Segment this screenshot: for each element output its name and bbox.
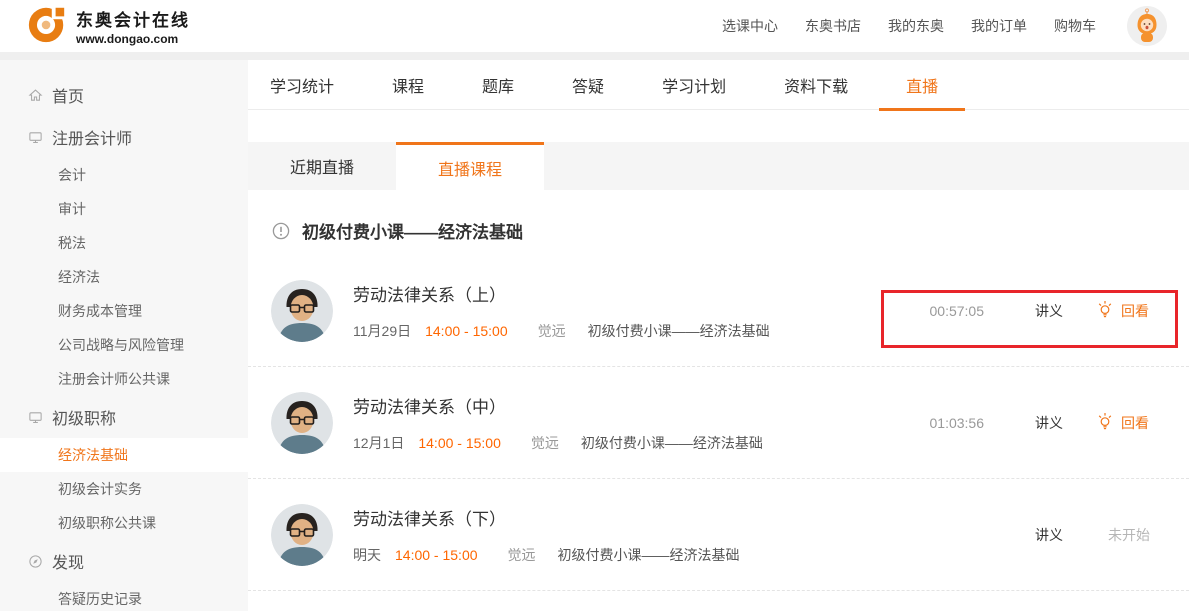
course-series: 初级付费小课——经济法基础 (588, 321, 770, 341)
live-subtabs: 近期直播 直播课程 (248, 142, 1189, 190)
course-date: 12月1日 (353, 433, 404, 453)
main-tabs: 学习统计 课程 题库 答疑 学习计划 资料下载 直播 (248, 60, 1189, 110)
section-heading: 初级付费小课——经济法基础 (272, 218, 1189, 243)
handout-link[interactable]: 讲义 (1035, 413, 1063, 433)
tab-study-stats[interactable]: 学习统计 (270, 60, 334, 110)
sidebar-item-label: 首页 (52, 83, 84, 107)
sidebar-item-junior-accounting-practice[interactable]: 初级会计实务 (0, 472, 248, 506)
replay-link[interactable]: 回看 (1096, 300, 1149, 321)
teacher-avatar (271, 280, 333, 342)
nav-cart[interactable]: 购物车 (1054, 16, 1096, 36)
user-avatar[interactable] (1127, 6, 1167, 46)
nav-my-orders[interactable]: 我的订单 (971, 16, 1027, 36)
course-time: 14:00 - 15:00 (418, 435, 501, 451)
sidebar-item-tax-law[interactable]: 税法 (0, 226, 248, 260)
bulb-icon (1096, 412, 1114, 433)
logo-url: www.dongao.com (76, 32, 190, 46)
nav-bookstore[interactable]: 东奥书店 (805, 16, 861, 36)
header: 东奥会计在线 www.dongao.com 选课中心 东奥书店 我的东奥 我的订… (0, 0, 1189, 52)
monitor-icon (28, 410, 43, 425)
nav-course-center[interactable]: 选课中心 (722, 16, 778, 36)
compass-icon (28, 554, 43, 569)
sidebar-item-cpa-public[interactable]: 注册会计师公共课 (0, 362, 248, 396)
teacher-avatar (271, 392, 333, 454)
tab-downloads[interactable]: 资料下载 (784, 60, 848, 110)
logo-text: 东奥会计在线 www.dongao.com (76, 6, 190, 46)
logo-title: 东奥会计在线 (76, 6, 190, 31)
course-info: 劳动法律关系（下） 明天 14:00 - 15:00 觉远 初级付费小课——经济… (353, 505, 740, 565)
sidebar-item-qa-history[interactable]: 答疑历史记录 (0, 582, 248, 611)
live-course-row: 劳动法律关系（下） 明天 14:00 - 15:00 觉远 初级付费小课——经济… (248, 479, 1189, 591)
top-nav: 选课中心 东奥书店 我的东奥 我的订单 购物车 (722, 6, 1167, 46)
course-title: 劳动法律关系（上） (353, 281, 770, 306)
tab-courses[interactable]: 课程 (392, 60, 424, 110)
live-course-row: 劳动法律关系（中） 12月1日 14:00 - 15:00 觉远 初级付费小课—… (248, 367, 1189, 479)
course-meta: 12月1日 14:00 - 15:00 觉远 初级付费小课——经济法基础 (353, 433, 763, 453)
subtab-live-courses[interactable]: 直播课程 (396, 142, 544, 190)
course-series: 初级付费小课——经济法基础 (558, 545, 740, 565)
teacher-name: 觉远 (531, 433, 559, 453)
site-logo[interactable]: 东奥会计在线 www.dongao.com (26, 3, 190, 50)
teacher-name: 觉远 (508, 545, 536, 565)
bulb-icon (1096, 300, 1114, 321)
sidebar-item-junior-title[interactable]: 初级职称 (0, 396, 248, 438)
nav-my-dongao[interactable]: 我的东奥 (888, 16, 944, 36)
not-started-label: 未开始 (1108, 525, 1150, 545)
sidebar-item-financial-management[interactable]: 财务成本管理 (0, 294, 248, 328)
section-title: 初级付费小课——经济法基础 (302, 218, 523, 243)
course-info: 劳动法律关系（上） 11月29日 14:00 - 15:00 觉远 初级付费小课… (353, 281, 770, 341)
sidebar-item-audit[interactable]: 审计 (0, 192, 248, 226)
course-date: 11月29日 (353, 321, 411, 341)
handout-link[interactable]: 讲义 (1035, 525, 1063, 545)
course-meta: 11月29日 14:00 - 15:00 觉远 初级付费小课——经济法基础 (353, 321, 770, 341)
tab-qa[interactable]: 答疑 (572, 60, 604, 110)
course-meta: 明天 14:00 - 15:00 觉远 初级付费小课——经济法基础 (353, 545, 740, 565)
tab-live[interactable]: 直播 (906, 60, 938, 110)
subtab-recent-live[interactable]: 近期直播 (248, 142, 396, 190)
sidebar-item-label: 初级职称 (52, 405, 116, 429)
tab-study-plan[interactable]: 学习计划 (662, 60, 726, 110)
main-panel: 学习统计 课程 题库 答疑 学习计划 资料下载 直播 近期直播 直播课程 初级付… (248, 60, 1189, 611)
sidebar-item-label: 注册会计师 (52, 125, 132, 149)
replay-link[interactable]: 回看 (1096, 412, 1149, 433)
live-course-row: 劳动法律关系（上） 11月29日 14:00 - 15:00 觉远 初级付费小课… (248, 255, 1189, 367)
course-date: 明天 (353, 545, 381, 565)
handout-link[interactable]: 讲义 (1035, 301, 1063, 321)
sidebar-item-economic-law[interactable]: 经济法 (0, 260, 248, 294)
sidebar-item-strategy-risk[interactable]: 公司战略与风险管理 (0, 328, 248, 362)
monitor-icon (28, 130, 43, 145)
course-time: 14:00 - 15:00 (395, 547, 478, 563)
home-icon (28, 88, 43, 103)
course-time: 14:00 - 15:00 (425, 323, 508, 339)
duration-label: 01:03:56 (930, 415, 985, 431)
course-title: 劳动法律关系（下） (353, 505, 740, 530)
live-course-list: 劳动法律关系（上） 11月29日 14:00 - 15:00 觉远 初级付费小课… (248, 255, 1189, 591)
sidebar-item-junior-public[interactable]: 初级职称公共课 (0, 506, 248, 540)
sidebar-item-accounting[interactable]: 会计 (0, 158, 248, 192)
course-info: 劳动法律关系（中） 12月1日 14:00 - 15:00 觉远 初级付费小课—… (353, 393, 763, 453)
teacher-name: 觉远 (538, 321, 566, 341)
tab-question-bank[interactable]: 题库 (482, 60, 514, 110)
sidebar-item-label: 发现 (52, 549, 84, 573)
teacher-avatar (271, 504, 333, 566)
replay-label: 回看 (1121, 413, 1149, 433)
duration-label: 00:57:05 (930, 303, 985, 319)
logo-icon (26, 3, 68, 50)
course-series: 初级付费小课——经济法基础 (581, 433, 763, 453)
sidebar-item-home[interactable]: 首页 (0, 74, 248, 116)
sidebar-item-economic-law-basics[interactable]: 经济法基础 (0, 438, 248, 472)
sidebar: 首页 注册会计师 会计 审计 税法 经济法 财务成本管理 公司战略与风险管理 注… (0, 60, 248, 611)
sidebar-item-discover[interactable]: 发现 (0, 540, 248, 582)
info-icon (272, 222, 290, 240)
replay-label: 回看 (1121, 301, 1149, 321)
course-title: 劳动法律关系（中） (353, 393, 763, 418)
sidebar-item-cpa[interactable]: 注册会计师 (0, 116, 248, 158)
